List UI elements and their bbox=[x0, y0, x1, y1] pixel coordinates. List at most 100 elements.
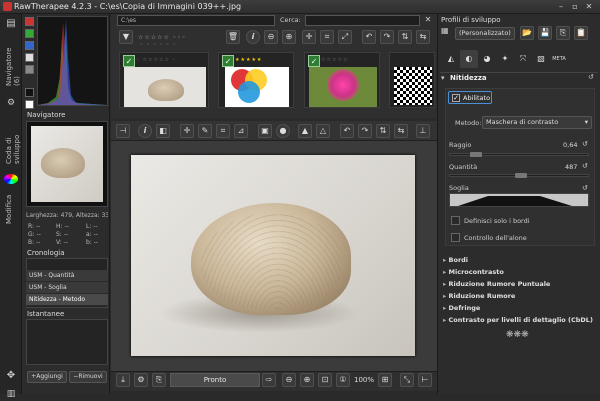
send-to-queue-icon[interactable]: ⤓ bbox=[116, 373, 130, 387]
clear-search-icon[interactable]: ✕ bbox=[423, 15, 433, 25]
zoom-in-icon[interactable]: ⊕ bbox=[282, 30, 296, 44]
tool-impulse-noise[interactable]: ▸ Riduzione Rumore Puntuale bbox=[443, 280, 598, 288]
hide-right-panel-icon[interactable]: ⊢ bbox=[418, 373, 432, 387]
load-profile-icon[interactable]: 📂 bbox=[520, 26, 534, 40]
copy-profile-icon[interactable]: ⎘ bbox=[556, 26, 570, 40]
save-profile-icon[interactable]: 💾 bbox=[538, 26, 552, 40]
edges-only-checkbox[interactable] bbox=[451, 216, 460, 225]
thumb-rank-stars[interactable]: ★★★★★ bbox=[235, 57, 291, 63]
reset-icon[interactable]: ↺ bbox=[588, 73, 594, 81]
filter-icon[interactable]: ▼ bbox=[119, 30, 133, 44]
new-detail-window-icon[interactable]: ⊞ bbox=[378, 373, 392, 387]
gear-icon[interactable]: ⚙ bbox=[4, 98, 18, 108]
info-icon[interactable]: i bbox=[246, 30, 260, 44]
tab-editor[interactable]: Modifica bbox=[5, 186, 13, 224]
crop-icon[interactable]: ⌗ bbox=[320, 30, 334, 44]
blue-channel-toggle[interactable] bbox=[25, 41, 34, 50]
flip-vertical-icon[interactable]: ⇅ bbox=[398, 30, 412, 44]
preview-focus-icon[interactable]: ● bbox=[276, 124, 290, 138]
folder-icon[interactable]: ▤ bbox=[4, 18, 18, 32]
maximize-button[interactable]: ▫ bbox=[570, 2, 580, 12]
threshold-curve[interactable] bbox=[449, 193, 589, 207]
rotate-left-icon[interactable]: ↶ bbox=[340, 124, 354, 138]
crosshair-tool-icon[interactable]: ✛ bbox=[302, 30, 316, 44]
paste-profile-icon[interactable]: 📋 bbox=[574, 26, 588, 40]
remove-snapshot-button[interactable]: −Rimuovi bbox=[69, 371, 107, 383]
rotate-right-icon[interactable]: ↷ bbox=[380, 30, 394, 44]
rotate-right-icon[interactable]: ↷ bbox=[358, 124, 372, 138]
raw-toggle[interactable] bbox=[25, 88, 34, 97]
preview-color-icon[interactable]: ▣ bbox=[258, 124, 272, 138]
zoom-100-icon[interactable]: ① bbox=[336, 373, 350, 387]
tool-microcontrast[interactable]: ▸ Microcontrasto bbox=[443, 268, 598, 276]
hide-left-panel-icon[interactable]: ⊣ bbox=[116, 124, 130, 138]
info-icon[interactable]: i bbox=[138, 124, 152, 138]
zoom-in-icon[interactable]: ⊕ bbox=[300, 373, 314, 387]
shadow-clip-icon[interactable]: ▲ bbox=[298, 124, 312, 138]
radius-reset-icon[interactable]: ↺ bbox=[582, 140, 588, 148]
color-wheel-icon[interactable] bbox=[4, 174, 18, 184]
open-editor-icon[interactable]: ⎘ bbox=[152, 373, 166, 387]
tab-transform-icon[interactable]: ⤧ bbox=[514, 50, 532, 68]
tab-navigator[interactable]: Navigatore (6) bbox=[5, 36, 21, 86]
color-label-filter[interactable]: ◦ ◦ ◦ ◦ ◦ ◦ bbox=[140, 42, 210, 49]
preview-image[interactable] bbox=[131, 155, 415, 356]
method-select[interactable]: Maschera di contrasto ▾ bbox=[482, 116, 592, 129]
tool-defringe[interactable]: ▸ Defringe bbox=[443, 304, 598, 312]
amount-slider-handle[interactable] bbox=[515, 173, 527, 178]
halo-control-checkbox[interactable] bbox=[451, 233, 460, 242]
search-input[interactable] bbox=[305, 15, 420, 26]
transform-icon[interactable]: ⤢ bbox=[338, 30, 352, 44]
crop-tool-icon[interactable]: ⌗ bbox=[216, 124, 230, 138]
history-item[interactable]: USM - Quantità bbox=[26, 270, 108, 282]
tab-meta-icon[interactable]: META bbox=[550, 50, 568, 68]
zoom-fit-icon[interactable]: ⊡ bbox=[318, 373, 332, 387]
tab-queue[interactable]: Coda di sviluppo bbox=[5, 112, 21, 164]
green-channel-toggle[interactable] bbox=[25, 29, 34, 38]
zoom-out-icon[interactable]: ⊖ bbox=[282, 373, 296, 387]
panel-icon[interactable]: ▥ bbox=[4, 389, 18, 401]
radius-slider-handle[interactable] bbox=[470, 152, 482, 157]
amount-reset-icon[interactable]: ↺ bbox=[582, 162, 588, 170]
before-after-icon[interactable]: ◧ bbox=[156, 124, 170, 138]
red-channel-toggle[interactable] bbox=[25, 17, 34, 26]
threshold-reset-icon[interactable]: ↺ bbox=[582, 184, 588, 192]
tab-raw-icon[interactable]: ▧ bbox=[532, 50, 550, 68]
settings-icon[interactable]: ⚙ bbox=[134, 373, 148, 387]
history-item[interactable]: USM - Soglia bbox=[26, 282, 108, 294]
add-snapshot-button[interactable]: +Aggiungi bbox=[27, 371, 67, 383]
crosshair-icon[interactable]: ✥ bbox=[4, 370, 18, 382]
thumbnail-qrcode[interactable] bbox=[389, 52, 435, 108]
thumb-rank-stars[interactable]: ☆☆☆☆☆ bbox=[321, 57, 377, 63]
color-picker-icon[interactable]: ✎ bbox=[198, 124, 212, 138]
trash-icon[interactable]: 🗑 bbox=[226, 30, 240, 44]
thumbnail-circles[interactable]: ✓ ★★★★★ bbox=[218, 52, 294, 108]
enabled-toggle[interactable]: ✓ Abilitato bbox=[448, 91, 492, 104]
minimize-button[interactable]: – bbox=[556, 2, 566, 12]
tool-noise-reduction[interactable]: ▸ Riduzione Rumore bbox=[443, 292, 598, 300]
luminance-toggle[interactable] bbox=[25, 53, 34, 62]
history-item[interactable]: Nitidezza - Metodo bbox=[26, 294, 108, 306]
highlight-clip-icon[interactable]: △ bbox=[316, 124, 330, 138]
enabled-checkbox[interactable]: ✓ bbox=[452, 94, 460, 102]
close-button[interactable]: ✕ bbox=[584, 2, 594, 12]
thumb-rank-stars[interactable]: ◦ ☆☆☆☆☆ ◦ bbox=[136, 57, 196, 63]
tool-cbdl[interactable]: ▸ Contrasto per livelli di dettaglio (Cb… bbox=[443, 316, 598, 324]
path-input[interactable]: C:\es bbox=[117, 15, 275, 26]
fullscreen-icon[interactable]: ⤡ bbox=[400, 373, 414, 387]
flip-horizontal-icon[interactable]: ⇆ bbox=[394, 124, 408, 138]
next-image-icon[interactable]: ⇨ bbox=[262, 373, 276, 387]
zoom-out-icon[interactable]: ⊖ bbox=[264, 30, 278, 44]
amount-value[interactable]: 487 bbox=[565, 163, 577, 171]
sharpening-header[interactable]: Nitidezza bbox=[450, 74, 487, 82]
profile-select[interactable]: (Personalizzato) bbox=[455, 27, 515, 40]
tab-exposure-icon[interactable]: ◭ bbox=[442, 50, 460, 68]
flip-horizontal-icon[interactable]: ⇆ bbox=[416, 30, 430, 44]
tab-detail-icon[interactable]: ◐ bbox=[460, 50, 478, 68]
rotate-left-icon[interactable]: ↶ bbox=[362, 30, 376, 44]
navigator-preview[interactable] bbox=[26, 121, 108, 207]
tab-advanced-icon[interactable]: ✦ bbox=[496, 50, 514, 68]
chroma-toggle[interactable] bbox=[25, 65, 34, 74]
tool-bordi[interactable]: ▸ Bordi bbox=[443, 256, 598, 264]
radius-value[interactable]: 0,64 bbox=[563, 141, 577, 149]
